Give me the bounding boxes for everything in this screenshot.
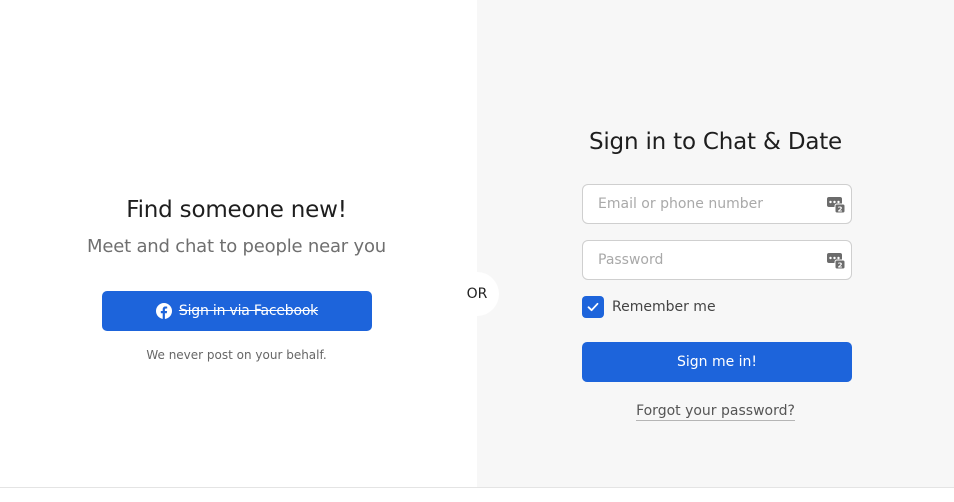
svg-text:2: 2 <box>838 206 843 214</box>
check-icon <box>587 302 599 312</box>
forgot-password-link[interactable]: Forgot your password? <box>636 403 795 421</box>
remember-me-row: Remember me <box>582 296 716 318</box>
key-icon[interactable]: 2 <box>827 252 845 269</box>
email-field: 2 <box>582 184 852 224</box>
bottom-divider <box>0 487 954 488</box>
key-icon[interactable]: 2 <box>827 196 845 213</box>
login-page: Find someone new! Meet and chat to peopl… <box>0 0 954 502</box>
email-input[interactable] <box>583 185 813 223</box>
signin-title: Sign in to Chat & Date <box>588 129 843 155</box>
password-field: 2 <box>582 240 852 280</box>
facebook-signin-label: Sign in via Facebook <box>178 303 319 319</box>
svg-text:2: 2 <box>838 262 843 270</box>
password-input[interactable] <box>583 241 813 279</box>
facebook-signin-button[interactable]: Sign in via Facebook <box>102 291 372 331</box>
facebook-disclaimer: We never post on your behalf. <box>146 348 327 362</box>
promo-headline: Find someone new! <box>126 197 347 223</box>
remember-me-checkbox[interactable] <box>582 296 604 318</box>
remember-me-label[interactable]: Remember me <box>612 299 716 315</box>
forgot-password-row: Forgot your password? <box>477 403 954 421</box>
facebook-icon <box>155 303 172 319</box>
or-divider: OR <box>455 272 499 316</box>
signin-submit-button[interactable]: Sign me in! <box>582 342 852 382</box>
promo-subheadline: Meet and chat to people near you <box>87 236 386 257</box>
